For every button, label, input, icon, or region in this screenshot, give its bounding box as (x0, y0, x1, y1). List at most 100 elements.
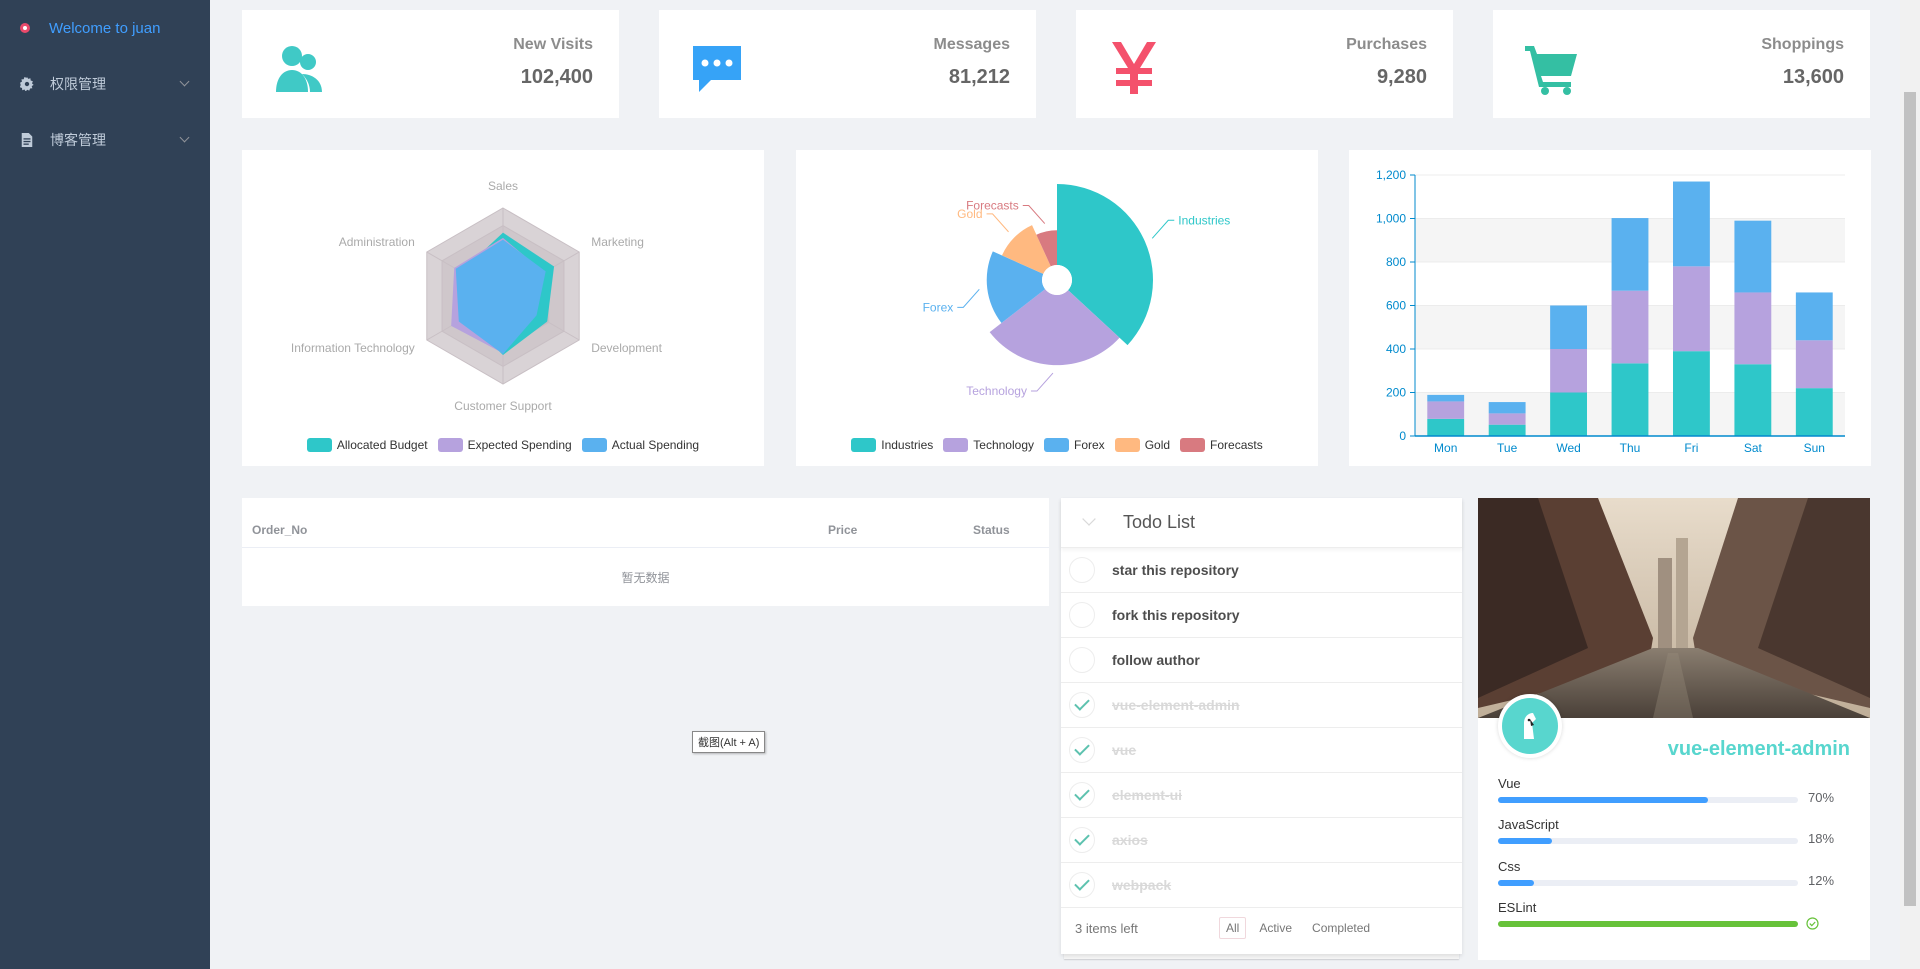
scrollbar-thumb[interactable] (1904, 92, 1916, 906)
pie-label-line (957, 288, 980, 308)
filter-completed[interactable]: Completed (1305, 917, 1377, 939)
column-price[interactable]: Price (828, 523, 973, 537)
progress-vue: Vue 70% (1498, 776, 1848, 805)
pie-slice-label: Forex (923, 300, 954, 314)
sidebar-item-blog[interactable]: 博客管理 (0, 112, 210, 168)
column-status[interactable]: Status (973, 523, 1010, 537)
welcome-text: Welcome to juan (49, 19, 161, 37)
legend-swatch (306, 438, 332, 452)
todo-checkbox[interactable] (1069, 782, 1095, 808)
box-card: vue-element-admin Vue 70% JavaScript 18%… (1478, 498, 1870, 960)
checkmark-icon (1074, 785, 1090, 801)
panel-text: Purchases 9,280 (1346, 36, 1427, 89)
panel-messages[interactable]: Messages 81,212 (659, 10, 1036, 118)
panel-new-visits[interactable]: New Visits 102,400 (242, 10, 619, 118)
chevron-down-icon (179, 76, 190, 87)
todo-item[interactable]: element-ui (1061, 773, 1462, 818)
todo-item[interactable]: fork this repository (1061, 593, 1462, 638)
todo-checkbox[interactable] (1069, 872, 1095, 898)
todo-text[interactable]: star this repository (1112, 562, 1239, 578)
legend-item[interactable]: Forecasts (1180, 438, 1263, 452)
todo-text[interactable]: element-ui (1112, 787, 1182, 803)
todo-text[interactable]: webpack (1112, 877, 1171, 893)
todo-checkbox[interactable] (1069, 692, 1095, 718)
panel-label: Messages (933, 36, 1011, 53)
todo-text[interactable]: follow author (1112, 652, 1200, 668)
x-tick-label: Tue (1497, 441, 1518, 455)
panel-value: 9,280 (1376, 66, 1427, 88)
toggle-all-icon[interactable] (1082, 511, 1096, 526)
y-tick-label: 1,000 (1376, 212, 1406, 226)
bar-segment (1795, 388, 1833, 436)
page-scrollbar[interactable] (1900, 0, 1920, 969)
bar-segment (1673, 351, 1710, 436)
filter-active[interactable]: Active (1252, 917, 1299, 939)
panel-text: Shoppings 13,600 (1761, 36, 1844, 89)
progress-track (1498, 880, 1798, 886)
checkmark-icon (1074, 695, 1090, 711)
bar-segment (1611, 290, 1649, 364)
progress-css: Css 12% (1498, 859, 1848, 888)
y-tick-label: 1,200 (1376, 168, 1406, 182)
bar-segment (1427, 418, 1465, 436)
todo-title: Todo List (1123, 512, 1196, 532)
legend-item[interactable]: Forex (1044, 438, 1105, 452)
sidebar-item-label: 博客管理 (50, 132, 106, 148)
radar-chart-card: Sales Marketing Development Customer Suppor… (242, 150, 764, 466)
progress-value: 12% (1808, 873, 1835, 888)
checkmark-icon (1074, 875, 1090, 891)
progress-value: 70% (1808, 790, 1835, 805)
todo-checkbox[interactable] (1069, 737, 1095, 763)
todo-checkbox[interactable] (1069, 647, 1095, 673)
todo-item[interactable]: vue (1061, 728, 1462, 773)
todo-text[interactable]: vue (1112, 742, 1136, 758)
radar-chart: Sales Marketing Development Customer Suppor… (291, 179, 663, 413)
panel-purchases[interactable]: Purchases 9,280 (1076, 10, 1453, 118)
bar-segment (1673, 181, 1710, 267)
legend-item[interactable]: Expected Spending (437, 438, 572, 452)
todo-item[interactable]: axios (1061, 818, 1462, 863)
pie-hole (1042, 265, 1072, 295)
todo-item[interactable]: follow author (1061, 638, 1462, 683)
bar-segment (1427, 394, 1465, 402)
legend-item[interactable]: Allocated Budget (306, 438, 428, 452)
todo-item[interactable]: webpack (1061, 863, 1462, 908)
sidebar-item-permissions[interactable]: 权限管理 (0, 56, 210, 112)
column-order-no[interactable]: Order_No (242, 523, 828, 537)
radar-indicator-label: Sales (488, 179, 518, 193)
progress-track (1498, 838, 1798, 844)
legend-item[interactable]: Actual Spending (581, 438, 700, 452)
legend-label: Actual Spending (611, 438, 700, 452)
pie-legend: Industries Technology Forex Gold Forecas… (796, 438, 1318, 452)
legend-item[interactable]: Industries (851, 438, 933, 452)
checkmark-icon (1074, 740, 1090, 756)
x-tick-label: Sat (1744, 441, 1763, 455)
x-tick-label: Sun (1804, 441, 1825, 455)
main-content: New Visits 102,400 Messages 81,212 Purch… (210, 0, 1900, 969)
panel-text: Messages 81,212 (934, 36, 1011, 89)
filter-all[interactable]: All (1219, 917, 1247, 939)
todo-footer: 3 items left All Active Completed (1061, 908, 1462, 948)
todo-text[interactable]: vue-element-admin (1112, 697, 1240, 713)
progress-label: ESLint (1498, 900, 1537, 915)
legend-swatch (581, 438, 607, 452)
pie-label-line (986, 213, 1009, 233)
table-header: Order_No Price Status (242, 498, 1049, 548)
todo-checkbox[interactable] (1069, 827, 1095, 853)
items-left-count: 3 items left (1075, 920, 1138, 936)
pie-label-line (1022, 205, 1046, 224)
pie-label-line (1030, 372, 1054, 392)
legend-item[interactable]: Technology (943, 438, 1034, 452)
todo-checkbox[interactable] (1069, 557, 1095, 583)
sidebar-header[interactable]: Welcome to juan (0, 0, 210, 56)
profile-avatar[interactable] (1498, 694, 1562, 758)
todo-text[interactable]: fork this repository (1112, 607, 1240, 623)
bar-segment (1488, 402, 1526, 414)
todo-item[interactable]: star this repository (1061, 548, 1462, 593)
todo-item[interactable]: vue-element-admin (1061, 683, 1462, 728)
todo-text[interactable]: axios (1112, 832, 1148, 848)
panel-shoppings[interactable]: Shoppings 13,600 (1493, 10, 1870, 118)
todo-checkbox[interactable] (1069, 602, 1095, 628)
legend-item[interactable]: Gold (1114, 438, 1170, 452)
pie-label-line (1151, 219, 1175, 239)
